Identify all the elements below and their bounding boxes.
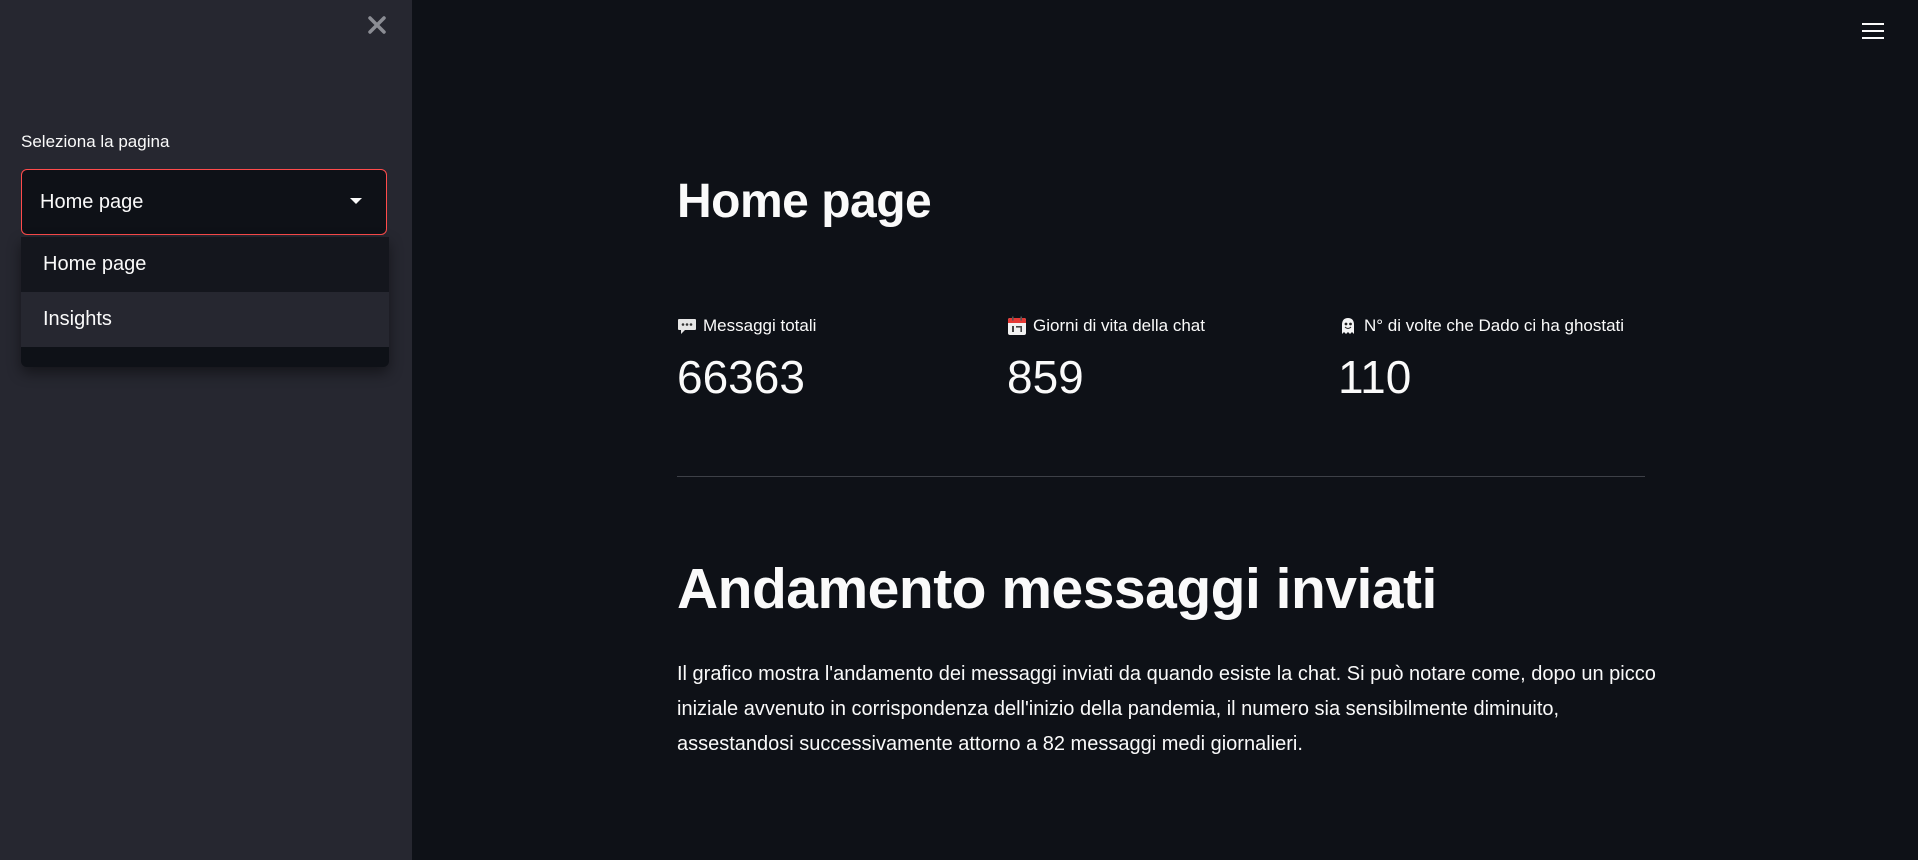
calendar-icon <box>1007 316 1027 336</box>
metric-ghosted-count: N° di volte che Dado ci ha ghostati 110 <box>1338 314 1624 400</box>
metric-chat-days: Giorni di vita della chat 859 <box>1007 314 1205 400</box>
page-title: Home page <box>677 175 932 228</box>
metric-label: Giorni di vita della chat <box>1033 316 1205 335</box>
speech-bubble-icon <box>677 316 697 336</box>
close-sidebar-button[interactable] <box>364 12 390 38</box>
metric-label: Messaggi totali <box>703 316 817 335</box>
dropdown-option-insights[interactable]: Insights <box>21 292 389 347</box>
app: Seleziona la pagina Home page Home page … <box>0 0 1918 860</box>
page-select[interactable]: Home page <box>21 169 387 235</box>
section-divider <box>677 476 1645 477</box>
metric-value: 110 <box>1338 351 1412 403</box>
section-title: Andamento messaggi inviati <box>677 557 1437 621</box>
close-icon <box>368 16 386 34</box>
ghost-icon <box>1338 316 1358 336</box>
dropdown-option-home-page[interactable]: Home page <box>21 237 389 292</box>
page-select-dropdown: Home page Insights <box>21 237 389 367</box>
page-select-value: Home page <box>40 190 144 213</box>
metric-value: 859 <box>1007 351 1084 403</box>
section-description: Il grafico mostra l'andamento dei messag… <box>677 663 1656 755</box>
metric-total-messages: Messaggi totali 66363 <box>677 314 816 400</box>
caret-down-icon <box>350 198 362 204</box>
sidebar: Seleziona la pagina Home page Home page … <box>0 0 412 860</box>
metric-value: 66363 <box>677 351 805 403</box>
page-select-label: Seleziona la pagina <box>21 132 170 151</box>
metric-label: N° di volte che Dado ci ha ghostati <box>1364 316 1625 335</box>
main-content: Home page Messaggi totali 66363 Giorni d… <box>412 0 1918 860</box>
